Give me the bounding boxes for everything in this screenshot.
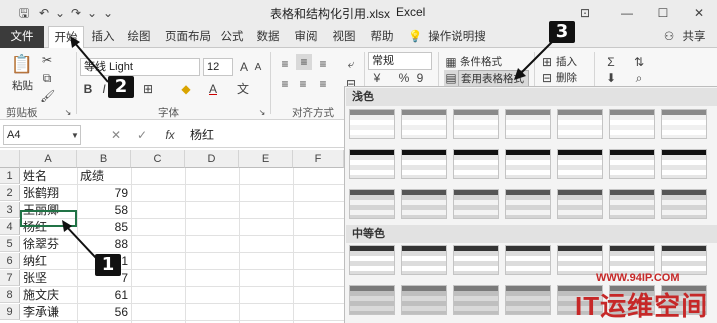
- watermark-brand: IT运维空间: [575, 291, 709, 321]
- callout-1: 1: [95, 254, 121, 276]
- callout-2: 2: [108, 76, 134, 98]
- arrow-line: [519, 39, 555, 75]
- arrow-line: [73, 41, 109, 83]
- arrow-line: [65, 225, 97, 259]
- callout-3: 3: [549, 21, 575, 43]
- watermark-url: WWW.94IP.COM: [596, 272, 680, 284]
